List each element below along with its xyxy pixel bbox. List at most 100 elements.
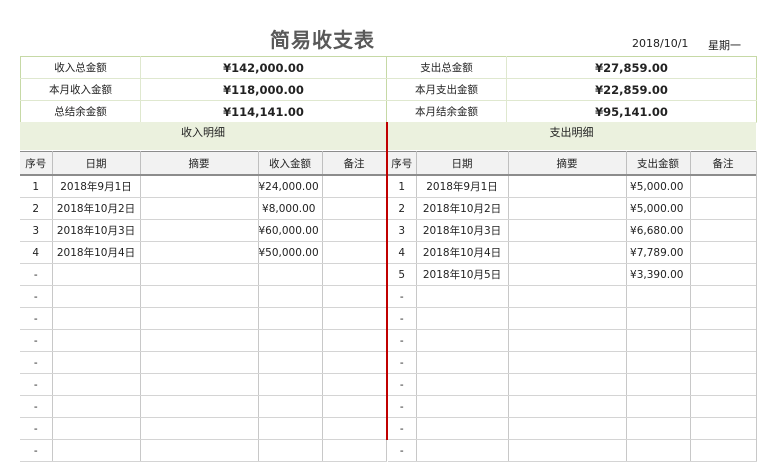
income-cell-date[interactable]	[52, 329, 141, 352]
expense-cell-no[interactable]: 3	[388, 219, 417, 242]
income-cell-amount[interactable]	[258, 395, 323, 418]
income-cell-amount[interactable]	[258, 285, 323, 308]
summary-label[interactable]: 支出总金额	[386, 56, 507, 79]
income-cell-no[interactable]: -	[20, 307, 53, 330]
income-cell-amount[interactable]: ¥60,000.00	[258, 219, 323, 242]
expense-cell-date[interactable]	[416, 307, 509, 330]
income-cell-no[interactable]: 1	[20, 175, 53, 198]
expense-cell-date[interactable]	[416, 417, 509, 440]
expense-cell-no[interactable]: -	[388, 439, 417, 462]
summary-label[interactable]: 本月支出金额	[386, 78, 507, 101]
income-cell-no[interactable]: -	[20, 373, 53, 396]
expense-col-note[interactable]: 备注	[690, 151, 757, 176]
income-col-amount[interactable]: 收入金额	[258, 151, 323, 176]
expense-col-date[interactable]: 日期	[416, 151, 509, 176]
income-cell-no[interactable]: -	[20, 263, 53, 286]
expense-cell-note[interactable]	[690, 285, 757, 308]
income-cell-date[interactable]	[52, 373, 141, 396]
income-cell-date[interactable]	[52, 395, 141, 418]
income-cell-date[interactable]: 2018年10月3日	[52, 219, 141, 242]
income-cell-amount[interactable]: ¥24,000.00	[258, 175, 323, 198]
income-cell-date[interactable]	[52, 263, 141, 286]
income-cell-amount[interactable]	[258, 417, 323, 440]
income-col-summary[interactable]: 摘要	[140, 151, 259, 176]
expense-cell-note[interactable]	[690, 241, 757, 264]
income-cell-no[interactable]: -	[20, 417, 53, 440]
income-cell-no[interactable]: -	[20, 351, 53, 374]
expense-cell-amount[interactable]: ¥5,000.00	[626, 197, 691, 220]
summary-value[interactable]: ¥95,141.00	[506, 100, 757, 123]
summary-label[interactable]: 总结余金额	[20, 100, 141, 123]
income-cell-date[interactable]	[52, 351, 141, 374]
income-cell-summary[interactable]	[140, 219, 259, 242]
expense-cell-no[interactable]: 4	[388, 241, 417, 264]
income-cell-date[interactable]: 2018年10月2日	[52, 197, 141, 220]
income-cell-no[interactable]: 3	[20, 219, 53, 242]
expense-cell-no[interactable]: 5	[388, 263, 417, 286]
expense-cell-note[interactable]	[690, 263, 757, 286]
expense-cell-no[interactable]: -	[388, 373, 417, 396]
expense-cell-summary[interactable]	[508, 175, 627, 198]
expense-cell-no[interactable]: -	[388, 351, 417, 374]
income-col-date[interactable]: 日期	[52, 151, 141, 176]
expense-cell-amount[interactable]	[626, 351, 691, 374]
income-cell-summary[interactable]	[140, 439, 259, 462]
income-cell-date[interactable]	[52, 417, 141, 440]
expense-cell-amount[interactable]	[626, 417, 691, 440]
expense-cell-summary[interactable]	[508, 439, 627, 462]
expense-cell-amount[interactable]	[626, 329, 691, 352]
income-cell-note[interactable]	[322, 263, 387, 286]
summary-value[interactable]: ¥114,141.00	[140, 100, 387, 123]
income-cell-note[interactable]	[322, 285, 387, 308]
expense-cell-no[interactable]: -	[388, 329, 417, 352]
income-cell-summary[interactable]	[140, 285, 259, 308]
expense-cell-note[interactable]	[690, 307, 757, 330]
expense-cell-note[interactable]	[690, 197, 757, 220]
expense-cell-no[interactable]: 1	[388, 175, 417, 198]
expense-cell-no[interactable]: -	[388, 285, 417, 308]
expense-cell-note[interactable]	[690, 175, 757, 198]
income-cell-no[interactable]: -	[20, 329, 53, 352]
income-cell-note[interactable]	[322, 329, 387, 352]
summary-value[interactable]: ¥22,859.00	[506, 78, 757, 101]
expense-cell-summary[interactable]	[508, 241, 627, 264]
expense-cell-amount[interactable]: ¥5,000.00	[626, 175, 691, 198]
income-cell-amount[interactable]	[258, 263, 323, 286]
expense-cell-summary[interactable]	[508, 285, 627, 308]
expense-cell-summary[interactable]	[508, 197, 627, 220]
expense-cell-no[interactable]: -	[388, 395, 417, 418]
expense-col-amount[interactable]: 支出金额	[626, 151, 691, 176]
expense-cell-date[interactable]: 2018年10月2日	[416, 197, 509, 220]
income-cell-note[interactable]	[322, 351, 387, 374]
expense-cell-date[interactable]	[416, 395, 509, 418]
income-cell-summary[interactable]	[140, 417, 259, 440]
income-cell-amount[interactable]: ¥8,000.00	[258, 197, 323, 220]
expense-cell-note[interactable]	[690, 219, 757, 242]
expense-cell-date[interactable]	[416, 285, 509, 308]
income-cell-summary[interactable]	[140, 175, 259, 198]
income-cell-summary[interactable]	[140, 395, 259, 418]
income-cell-amount[interactable]	[258, 351, 323, 374]
income-cell-no[interactable]: 2	[20, 197, 53, 220]
expense-cell-amount[interactable]: ¥3,390.00	[626, 263, 691, 286]
expense-col-summary[interactable]: 摘要	[508, 151, 627, 176]
income-cell-summary[interactable]	[140, 329, 259, 352]
expense-cell-amount[interactable]	[626, 439, 691, 462]
expense-cell-summary[interactable]	[508, 351, 627, 374]
summary-value[interactable]: ¥27,859.00	[506, 56, 757, 79]
income-cell-summary[interactable]	[140, 307, 259, 330]
income-section-header[interactable]: 收入明细	[20, 122, 386, 150]
income-cell-note[interactable]	[322, 395, 387, 418]
expense-cell-date[interactable]: 2018年10月4日	[416, 241, 509, 264]
expense-cell-note[interactable]	[690, 351, 757, 374]
income-cell-amount[interactable]: ¥50,000.00	[258, 241, 323, 264]
income-cell-note[interactable]	[322, 439, 387, 462]
expense-cell-note[interactable]	[690, 329, 757, 352]
expense-cell-summary[interactable]	[508, 373, 627, 396]
expense-cell-date[interactable]	[416, 329, 509, 352]
income-cell-no[interactable]: 4	[20, 241, 53, 264]
expense-cell-note[interactable]	[690, 439, 757, 462]
expense-cell-date[interactable]	[416, 351, 509, 374]
income-cell-date[interactable]	[52, 307, 141, 330]
expense-cell-summary[interactable]	[508, 219, 627, 242]
